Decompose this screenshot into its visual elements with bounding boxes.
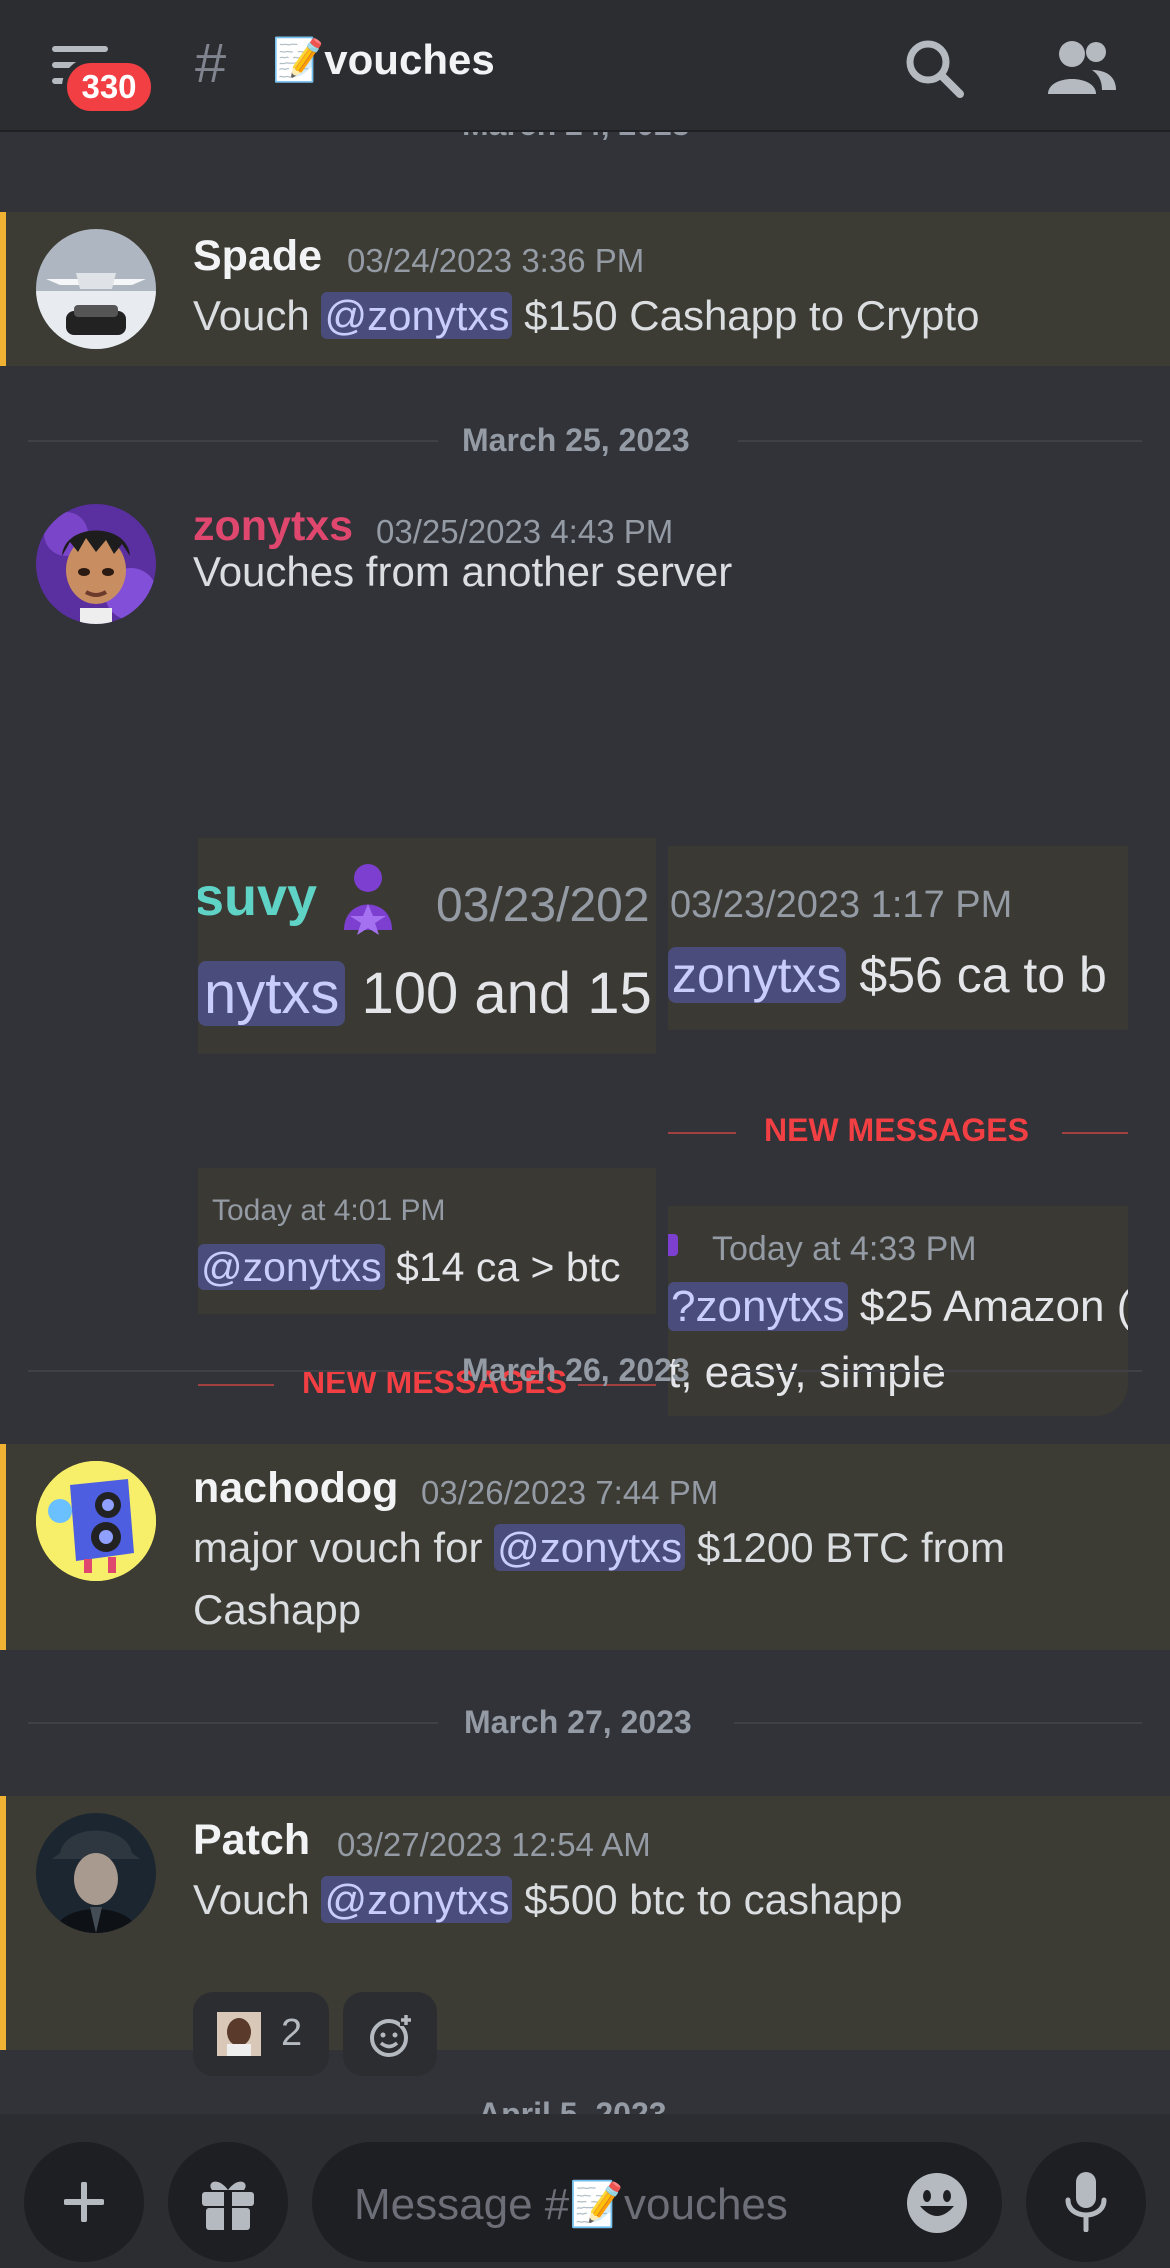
message-item[interactable]: Patch 03/27/2023 12:54 AM Vouch @zonytxs…	[0, 1796, 1170, 2076]
avatar[interactable]	[36, 1813, 156, 1933]
date-divider: March 27, 2023	[28, 1702, 1142, 1742]
message-author[interactable]: Spade	[193, 232, 322, 281]
attachment-text: nytxs 100 and 15	[198, 960, 652, 1027]
message-item[interactable]: Spade 03/24/2023 3:36 PM Vouch @zonytxs …	[0, 212, 1170, 366]
date-divider: April 5, 2023	[28, 2094, 1142, 2114]
members-icon[interactable]	[1042, 36, 1118, 100]
plus-icon	[64, 2182, 104, 2222]
emoji-icon[interactable]	[906, 2172, 968, 2234]
add-reaction-button[interactable]	[343, 1992, 437, 2076]
date-divider: March 24, 2023	[28, 132, 1142, 144]
reaction-button[interactable]: 2	[193, 1992, 329, 2076]
message-input[interactable]: Message #📝vouches	[312, 2142, 1002, 2262]
user-mention[interactable]: @zonytxs	[321, 1876, 513, 1923]
attachment-text: ?zonytxs $25 Amazon (	[668, 1282, 1128, 1332]
avatar[interactable]	[36, 229, 156, 349]
search-icon[interactable]	[902, 36, 966, 100]
date-divider: March 26, 2023	[28, 1350, 1142, 1390]
message-body: Vouches from another server	[193, 548, 733, 595]
message-body-line: Cashapp	[193, 1586, 362, 1633]
message-timestamp: 03/24/2023 3:36 PM	[347, 242, 645, 279]
attachment-image[interactable]: suvy 03/23/202 nytxs 100 and 15	[198, 838, 656, 1054]
message-item[interactable]: nachodog 03/26/2023 7:44 PM major vouch …	[0, 1444, 1170, 1650]
message-timestamp: 03/26/2023 7:44 PM	[421, 1474, 719, 1511]
voice-message-button[interactable]	[1026, 2142, 1146, 2262]
gift-icon	[202, 2181, 254, 2230]
channel-name[interactable]: 📝vouches	[272, 36, 495, 85]
attachment-image[interactable]: Today at 4:01 PM @zonytxs $14 ca > btc	[198, 1168, 656, 1314]
message-author[interactable]: Patch	[193, 1816, 310, 1865]
unread-badge: 330	[62, 58, 156, 116]
message-body: Vouch @zonytxs $500 btc to cashapp	[193, 1876, 903, 1923]
role-icon	[344, 864, 392, 935]
user-mention[interactable]: @zonytxs	[494, 1524, 686, 1571]
message-list[interactable]: March 24, 2023 Spade 03/24/2023 3:36 PM …	[0, 132, 1170, 2114]
message-body: major vouch for @zonytxs $1200 BTC from	[193, 1524, 1005, 1571]
avatar[interactable]	[36, 1461, 156, 1581]
message-item[interactable]: zonytxs 03/25/2023 4:43 PM Vouches from …	[0, 502, 1170, 1416]
gift-button[interactable]	[168, 2142, 288, 2262]
user-mention[interactable]: @zonytxs	[321, 292, 513, 339]
message-author[interactable]: nachodog	[193, 1464, 398, 1513]
channel-header: 330 # 📝vouches	[0, 0, 1170, 132]
reaction-count: 2	[281, 2012, 303, 2054]
attachment-text: zonytxs $56 ca to b	[668, 946, 1107, 1004]
attachment-text: @zonytxs $14 ca > btc	[198, 1244, 621, 1291]
reaction-emoji-icon	[217, 2012, 261, 2056]
message-composer: Message #📝vouches	[0, 2114, 1170, 2268]
message-body: Vouch @zonytxs $150 Cashapp to Crypto	[193, 292, 980, 339]
add-attachment-button[interactable]	[24, 2142, 144, 2262]
message-input-placeholder: Message #📝vouches	[354, 2180, 788, 2229]
attachment-image[interactable]: 03/23/2023 1:17 PM zonytxs $56 ca to b	[668, 846, 1128, 1030]
channel-hash-icon: #	[195, 31, 227, 94]
microphone-icon	[1065, 2172, 1107, 2232]
date-divider: March 25, 2023	[28, 420, 1142, 460]
add-reaction-icon	[370, 2014, 412, 2057]
new-messages-divider: NEW MESSAGES	[668, 1112, 1128, 1152]
message-timestamp: 03/27/2023 12:54 AM	[337, 1826, 651, 1863]
avatar[interactable]	[36, 504, 156, 624]
